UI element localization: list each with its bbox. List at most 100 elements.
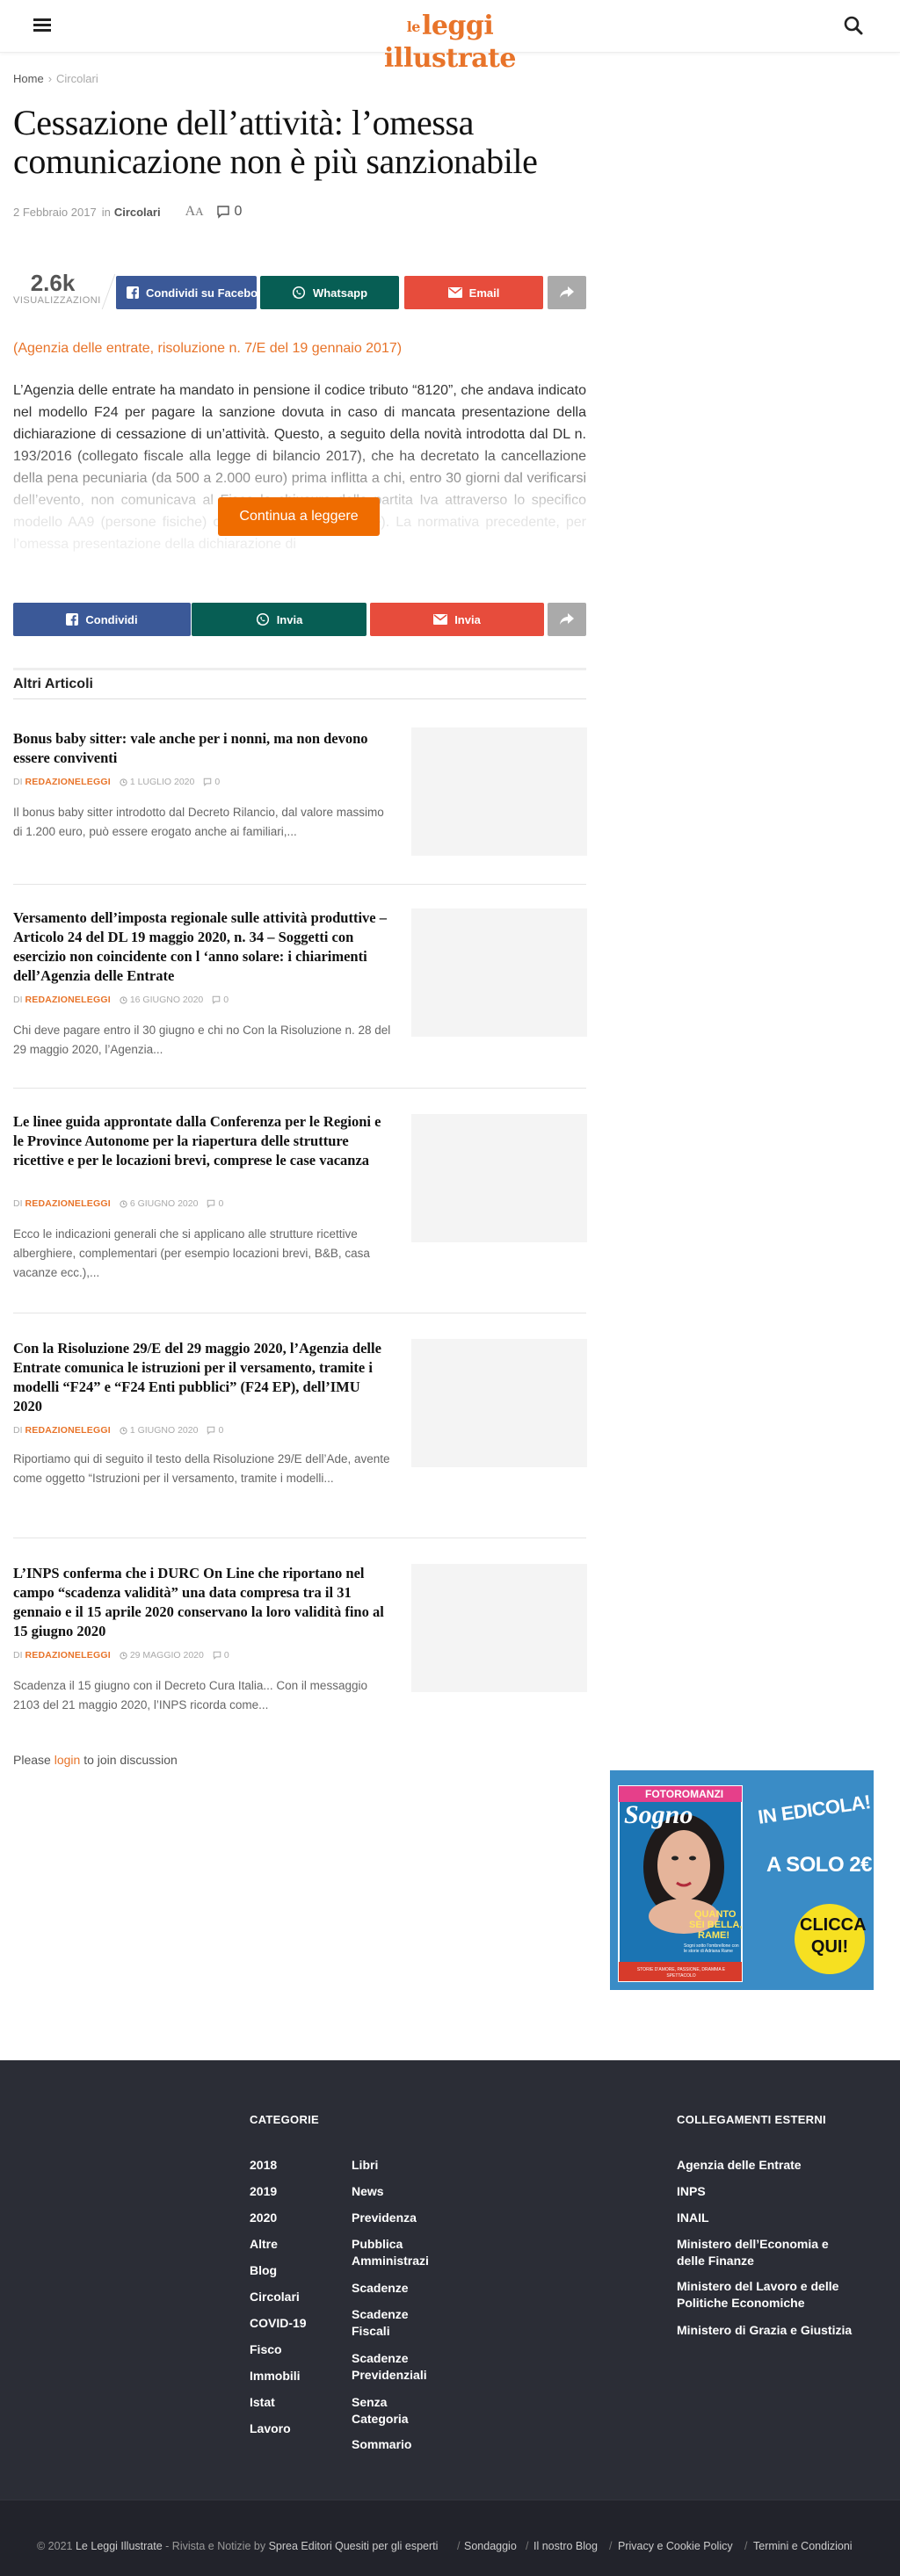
footer-category-link[interactable]: Istat [250, 2394, 275, 2411]
post-date: 6 GIUGNO 2020 [120, 1198, 199, 1209]
related-post-meta: DI REDAZIONELEGGI 1 GIUGNO 2020 0 [13, 1425, 223, 1436]
by-label: DI [13, 995, 23, 1005]
related-post-title[interactable]: Le linee guida approntate dalla Conferen… [13, 1112, 391, 1170]
magazine-ad-banner[interactable]: FOTOROMANZI Sogno QUANTO SEI BELLA, RAME… [610, 1770, 874, 1990]
share-facebook-bottom-button[interactable]: Condividi [13, 603, 191, 636]
related-post-title[interactable]: L’INPS conferma che i DURC On Line che r… [13, 1564, 391, 1641]
ad-cta-line-1: CLICCA [800, 1915, 867, 1935]
footer-nav-link[interactable]: Termini e Condizioni [753, 2540, 853, 2552]
post-comments[interactable]: 0 [207, 1425, 223, 1436]
footer-nav-link[interactable]: Quesiti per gli esperti [335, 2540, 438, 2552]
footer-category-link[interactable]: Altre [250, 2236, 278, 2253]
copyright-site-link[interactable]: Le Leggi Illustrate [76, 2540, 163, 2552]
login-link[interactable]: login [54, 1753, 81, 1767]
login-pre-text: Please [13, 1753, 51, 1767]
article-category[interactable]: Circolari [114, 206, 161, 219]
related-post-meta: DI REDAZIONELEGGI 16 GIUGNO 2020 0 [13, 995, 229, 1005]
copyright-publisher-link[interactable]: Sprea Editori [269, 2540, 332, 2552]
font-size-toggle[interactable]: AA [185, 204, 204, 220]
breadcrumb: Home › Circolari [13, 72, 98, 85]
whatsapp-icon [256, 612, 269, 626]
share-icon [560, 613, 574, 625]
post-author[interactable]: REDAZIONELEGGI [25, 1198, 111, 1209]
post-comments-count: 0 [214, 777, 221, 787]
related-post-thumbnail[interactable] [411, 1339, 587, 1467]
footer-category-link[interactable]: Pubblica Amministrazi [352, 2236, 441, 2269]
post-comments[interactable]: 0 [213, 1650, 229, 1661]
footer-nav-link[interactable]: Il nostro Blog [533, 2540, 598, 2552]
footer-category-link[interactable]: Libri [352, 2157, 448, 2174]
footer-external-link[interactable]: Ministero dell’Economia e delle Finanze [677, 2236, 853, 2269]
post-date: 29 MAGGIO 2020 [120, 1650, 204, 1661]
footer-external-link[interactable]: INAIL [677, 2210, 870, 2226]
views-counter: 2.6k VISUALIZZAZIONI [13, 271, 100, 306]
footer-category-link[interactable]: Scadenze [352, 2280, 448, 2297]
share-facebook-button[interactable]: Condividi su Facebook [116, 276, 257, 309]
post-comments-count: 0 [218, 1425, 224, 1436]
footer-nav-separator: / [526, 2540, 529, 2552]
post-comments[interactable]: 0 [203, 777, 220, 787]
share-email-button[interactable]: Email [404, 276, 543, 309]
footer-external-link[interactable]: Ministero del Lavoro e delle Politiche E… [677, 2278, 861, 2312]
share-whatsapp-button[interactable]: Whatsapp [260, 276, 399, 309]
post-comments-count: 0 [223, 1650, 229, 1661]
related-post-thumbnail[interactable] [411, 1564, 587, 1692]
comments-link[interactable]: 0 [216, 204, 242, 220]
related-post-thumbnail[interactable] [411, 1114, 587, 1242]
related-post-title[interactable]: Versamento dell’imposta regionale sulle … [13, 908, 391, 986]
article-meta: 2 Febbraio 2017 in Circolari AA 0 [13, 204, 242, 220]
share-email-bottom-button[interactable]: Invia [370, 603, 544, 636]
share-more-button[interactable] [548, 276, 586, 309]
post-author[interactable]: REDAZIONELEGGI [25, 995, 111, 1005]
related-post-title[interactable]: Bonus baby sitter: vale anche per i nonn… [13, 729, 391, 768]
post-author[interactable]: REDAZIONELEGGI [25, 1650, 111, 1661]
post-date: 16 GIUGNO 2020 [120, 995, 203, 1005]
related-post-excerpt: Il bonus baby sitter introdotto dal Decr… [13, 806, 384, 838]
site-logo[interactable]: leleggi illustrate [348, 11, 552, 74]
footer-category-link[interactable]: Sommario [352, 2436, 448, 2453]
footer-category-link[interactable]: Fisco [250, 2341, 282, 2358]
post-author[interactable]: REDAZIONELEGGI [25, 777, 111, 787]
footer-category-link[interactable]: Scadenze Fiscali [352, 2306, 431, 2340]
footer-category-link[interactable]: 2018 [250, 2157, 277, 2174]
related-post-thumbnail[interactable] [411, 727, 587, 856]
hamburger-icon[interactable] [33, 18, 51, 33]
footer-category-link[interactable]: COVID-19 [250, 2315, 307, 2332]
login-post-text: to join discussion [83, 1753, 178, 1767]
footer-category-link[interactable]: News [352, 2183, 448, 2200]
continue-reading-button[interactable]: Continua a leggere [218, 497, 380, 536]
article-date: 2 Febbraio 2017 [13, 205, 97, 219]
post-author[interactable]: REDAZIONELEGGI [25, 1425, 111, 1436]
footer-external-link[interactable]: Agenzia delle Entrate [677, 2157, 870, 2174]
breadcrumb-current[interactable]: Circolari [56, 72, 98, 85]
footer-category-link[interactable]: 2020 [250, 2210, 277, 2226]
related-post-meta: DI REDAZIONELEGGI 29 MAGGIO 2020 0 [13, 1650, 229, 1661]
share-more-bottom-button[interactable] [548, 603, 586, 636]
ad-cover-line-1: QUANTO [694, 1909, 737, 1920]
post-comments[interactable]: 0 [207, 1198, 223, 1209]
footer-nav-link[interactable]: Sondaggio [464, 2540, 517, 2552]
footer-category-link[interactable]: Circolari [250, 2289, 300, 2305]
footer-category-link[interactable]: Immobili [250, 2368, 301, 2384]
footer-nav-link[interactable]: Privacy e Cookie Policy [618, 2540, 733, 2552]
footer-category-link[interactable]: Lavoro [250, 2420, 291, 2437]
footer-external-link[interactable]: Ministero di Grazia e Giustizia [677, 2322, 870, 2339]
footer-categories-title: CATEGORIE [250, 2113, 320, 2126]
footer-category-link[interactable]: Scadenze Previdenziali [352, 2350, 439, 2384]
post-divider [13, 884, 586, 885]
related-post-title[interactable]: Con la Risoluzione 29/E del 29 maggio 20… [13, 1339, 391, 1416]
search-icon[interactable] [844, 16, 865, 37]
post-date-text: 6 GIUGNO 2020 [129, 1198, 199, 1209]
footer-category-link[interactable]: Blog [250, 2262, 277, 2279]
related-post-thumbnail[interactable] [411, 908, 587, 1037]
footer-category-link[interactable]: Previdenza [352, 2210, 448, 2226]
share-whatsapp-bottom-button[interactable]: Invia [192, 603, 367, 636]
by-label: DI [13, 1198, 23, 1209]
footer-category-link[interactable]: 2019 [250, 2183, 277, 2200]
breadcrumb-home[interactable]: Home [13, 72, 44, 85]
footer-category-link[interactable]: Senza Categoria [352, 2394, 431, 2428]
post-date-text: 1 GIUGNO 2020 [129, 1425, 199, 1436]
post-comments[interactable]: 0 [212, 995, 229, 1005]
footer-external-link[interactable]: INPS [677, 2183, 870, 2200]
footer-nav-separator: / [744, 2540, 748, 2552]
